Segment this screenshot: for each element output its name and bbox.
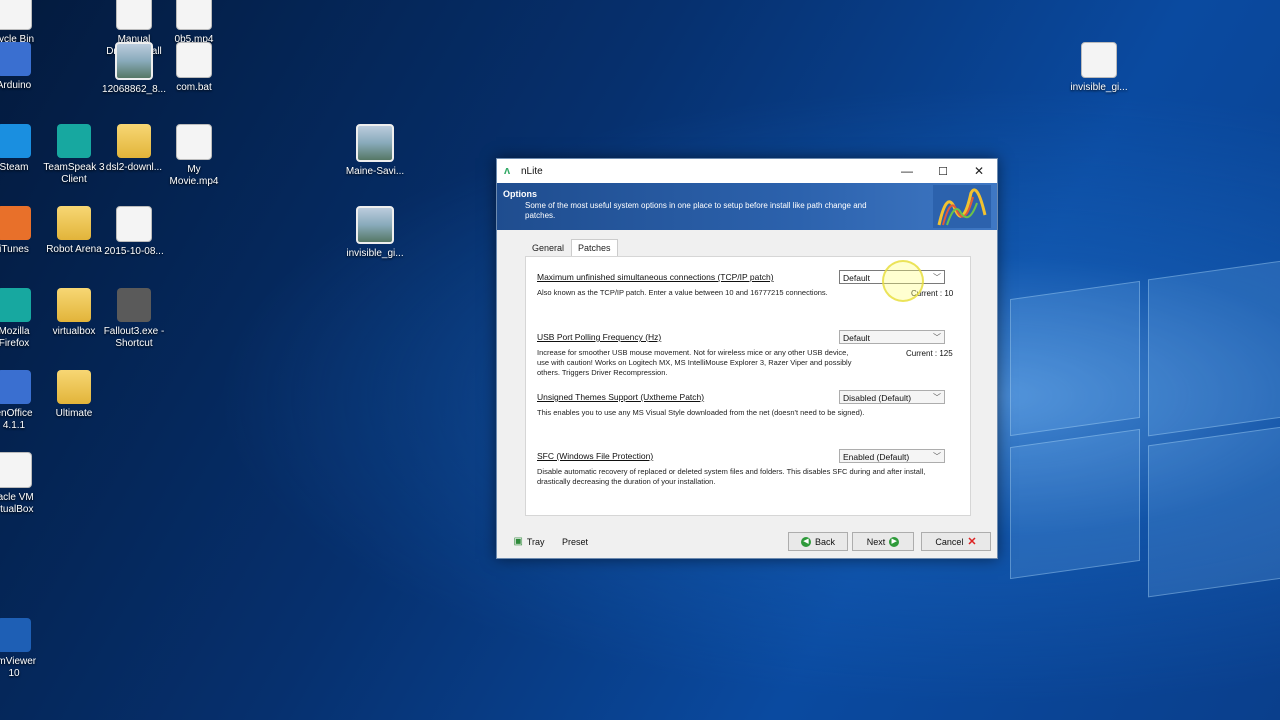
back-button[interactable]: ◀ Back: [788, 532, 848, 551]
app-icon: [0, 288, 31, 322]
app-icon: [0, 618, 31, 652]
desktop-icon-label: amViewer 10: [0, 656, 37, 679]
app-icon: [0, 42, 31, 76]
folder-icon: [117, 124, 151, 158]
chevron-down-icon: ﹀: [933, 452, 941, 461]
file-icon: [0, 0, 32, 30]
header-banner: Options Some of the most useful system o…: [497, 183, 997, 230]
header-title: Options: [503, 189, 537, 199]
title-bar[interactable]: ʌ nLite — ☐ ✕: [497, 159, 997, 183]
wallpaper-pane: [1010, 280, 1140, 437]
wallpaper-pane: [1148, 426, 1280, 598]
desktop-icon[interactable]: 0b5.mp4: [158, 0, 230, 46]
file-icon: [176, 42, 212, 78]
desktop-icon[interactable]: Arduino: [0, 42, 50, 92]
close-button[interactable]: ✕: [961, 159, 997, 183]
tab-patches[interactable]: Patches: [571, 239, 618, 257]
desktop-icon[interactable]: invisible_gi...: [1063, 42, 1135, 94]
window-title: nLite: [521, 165, 543, 177]
preset-button[interactable]: Preset: [557, 532, 593, 551]
tab-general[interactable]: General: [525, 239, 571, 257]
back-label: Back: [814, 536, 835, 547]
tab-strip: General Patches: [525, 239, 618, 257]
nlite-logo-icon: [933, 185, 991, 228]
app-icon: [57, 124, 91, 158]
maximize-button[interactable]: ☐: [925, 159, 961, 183]
back-arrow-icon: ◀: [800, 536, 811, 547]
cursor-highlight: [882, 260, 924, 302]
wallpaper-pane: [1148, 260, 1280, 437]
option-description: This enables you to use any MS Visual St…: [537, 408, 865, 417]
image-file-icon: [356, 206, 394, 244]
uxtheme-select[interactable]: Disabled (Default) ﹀: [839, 390, 945, 404]
select-value: Default: [843, 273, 870, 283]
desktop-icon[interactable]: invisible_gi...: [339, 206, 411, 260]
nlite-window: ʌ nLite — ☐ ✕ Options Some of the most u…: [496, 158, 998, 559]
chevron-down-icon: ﹀: [933, 333, 941, 342]
tray-button[interactable]: ▣ Tray: [509, 532, 549, 551]
desktop-icon-label: Ultimate: [55, 408, 93, 419]
desktop-icon-label: invisible_gi...: [346, 248, 404, 259]
desktop-icon[interactable]: amViewer 10: [0, 618, 50, 680]
minimize-button[interactable]: —: [889, 159, 925, 183]
image-file-icon: [115, 42, 153, 80]
next-label: Next: [866, 536, 886, 547]
file-icon: [116, 0, 152, 30]
nlite-app-icon: ʌ: [504, 165, 511, 177]
app-icon: [0, 124, 31, 158]
desktop-icon[interactable]: racle VM irtualBox: [0, 452, 50, 516]
wallpaper-pane: [1010, 428, 1140, 580]
cancel-x-icon: ✕: [967, 536, 977, 548]
option-description: Increase for smoother USB mouse movement…: [537, 348, 852, 377]
file-icon: [176, 0, 212, 30]
desktop-icon[interactable]: com.bat: [158, 42, 230, 94]
app-icon: [0, 370, 31, 404]
chevron-down-icon: ﹀: [933, 393, 941, 402]
desktop-icon-label: Maine-Savi...: [345, 166, 405, 177]
next-arrow-icon: ▶: [889, 536, 900, 547]
chevron-down-icon: ﹀: [933, 273, 941, 282]
folder-icon: [57, 370, 91, 404]
desktop-icon-label: Arduino: [0, 80, 32, 91]
file-icon: [116, 206, 152, 242]
folder-icon: [57, 206, 91, 240]
desktop-icon-label: com.bat: [176, 82, 212, 93]
desktop-icon[interactable]: cycle Bin: [0, 0, 50, 46]
usb-polling-select[interactable]: Default ﹀: [839, 330, 945, 344]
app-icon: [0, 206, 31, 240]
sfc-select[interactable]: Enabled (Default) ﹀: [839, 449, 945, 463]
file-icon: [176, 124, 212, 160]
desktop-icon-label: 2015-10-08...: [104, 246, 164, 257]
current-value: Current : 125: [906, 349, 953, 358]
option-description: Disable automatic recovery of replaced o…: [537, 467, 926, 486]
next-button[interactable]: Next ▶: [852, 532, 914, 551]
desktop-icon[interactable]: 2015-10-08...: [98, 206, 170, 258]
footer-bar: ▣ Tray Preset ◀ Back Next ▶ Cancel ✕: [497, 529, 997, 557]
image-file-icon: [356, 124, 394, 162]
file-icon: [1081, 42, 1117, 78]
desktop-icon[interactable]: Maine-Savi...: [339, 124, 411, 178]
app-icon: [117, 288, 151, 322]
select-value: Default: [843, 333, 870, 343]
cancel-button[interactable]: Cancel ✕: [921, 532, 991, 551]
cancel-label: Cancel: [935, 536, 964, 547]
option-description: Also known as the TCP/IP patch. Enter a …: [537, 288, 828, 297]
select-value: Disabled (Default): [843, 393, 912, 403]
desktop-icon-label: racle VM irtualBox: [0, 492, 34, 515]
desktop-icon[interactable]: Fallout3.exe - Shortcut: [98, 288, 170, 350]
desktop-icon-label: Fallout3.exe - Shortcut: [103, 326, 165, 349]
folder-icon: [57, 288, 91, 322]
select-value: Enabled (Default): [843, 452, 910, 462]
file-icon: [0, 452, 32, 488]
desktop-icon[interactable]: My Movie.mp4: [158, 124, 230, 188]
desktop-icon-label: invisible_gi...: [1070, 82, 1128, 93]
tray-icon: ▣: [513, 536, 523, 547]
tray-label: Tray: [526, 536, 545, 547]
header-description: Some of the most useful system options i…: [525, 201, 867, 220]
desktop-icon-label: My Movie.mp4: [169, 164, 219, 187]
desktop-icon[interactable]: Ultimate: [38, 370, 110, 420]
